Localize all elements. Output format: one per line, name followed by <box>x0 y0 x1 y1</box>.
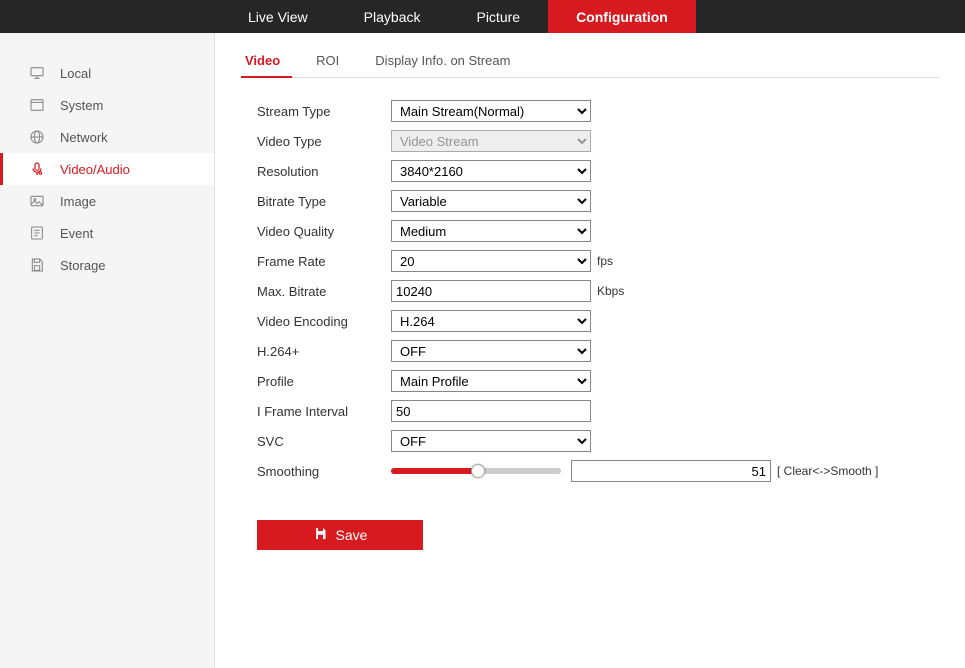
sidebar-item-label: Network <box>60 130 108 145</box>
suffix-kbps: Kbps <box>597 284 624 298</box>
nav-playback[interactable]: Playback <box>336 0 449 33</box>
slider-smoothing[interactable] <box>391 468 561 474</box>
select-frame-rate[interactable]: 20 <box>391 250 591 272</box>
sidebar-item-label: Storage <box>60 258 106 273</box>
label-h264-plus: H.264+ <box>241 344 391 359</box>
subtabs: Video ROI Display Info. on Stream <box>241 47 939 78</box>
label-video-type: Video Type <box>241 134 391 149</box>
tab-display-info[interactable]: Display Info. on Stream <box>371 47 522 77</box>
monitor-icon <box>28 64 46 82</box>
select-bitrate-type[interactable]: Variable <box>391 190 591 212</box>
sidebar-item-label: System <box>60 98 103 113</box>
label-frame-rate: Frame Rate <box>241 254 391 269</box>
sidebar-item-storage[interactable]: Storage <box>0 249 214 281</box>
save-button-label: Save <box>336 527 368 543</box>
label-video-encoding: Video Encoding <box>241 314 391 329</box>
nav-configuration[interactable]: Configuration <box>548 0 696 33</box>
sidebar-item-video-audio[interactable]: Video/Audio <box>0 153 214 185</box>
nav-live-view[interactable]: Live View <box>220 0 336 33</box>
input-smoothing-value[interactable] <box>571 460 771 482</box>
content-area: Video ROI Display Info. on Stream Stream… <box>215 33 965 668</box>
sidebar-item-label: Video/Audio <box>60 162 130 177</box>
sidebar-item-label: Image <box>60 194 96 209</box>
sidebar: Local System Network Video/Audio Image <box>0 33 215 668</box>
label-smoothing: Smoothing <box>241 464 391 479</box>
sidebar-item-local[interactable]: Local <box>0 57 214 89</box>
select-profile[interactable]: Main Profile <box>391 370 591 392</box>
select-resolution[interactable]: 3840*2160 <box>391 160 591 182</box>
label-svc: SVC <box>241 434 391 449</box>
globe-icon <box>28 128 46 146</box>
nav-picture[interactable]: Picture <box>448 0 548 33</box>
sidebar-item-label: Local <box>60 66 91 81</box>
label-resolution: Resolution <box>241 164 391 179</box>
image-icon <box>28 192 46 210</box>
sidebar-item-image[interactable]: Image <box>0 185 214 217</box>
save-disk-icon <box>313 526 328 544</box>
label-iframe-interval: I Frame Interval <box>241 404 391 419</box>
suffix-fps: fps <box>597 254 613 268</box>
select-h264-plus[interactable]: OFF <box>391 340 591 362</box>
sidebar-item-network[interactable]: Network <box>0 121 214 153</box>
label-video-quality: Video Quality <box>241 224 391 239</box>
slider-thumb-icon[interactable] <box>471 464 485 478</box>
save-disk-icon <box>28 256 46 274</box>
sidebar-item-label: Event <box>60 226 93 241</box>
label-bitrate-type: Bitrate Type <box>241 194 391 209</box>
select-video-encoding[interactable]: H.264 <box>391 310 591 332</box>
label-profile: Profile <box>241 374 391 389</box>
label-max-bitrate: Max. Bitrate <box>241 284 391 299</box>
select-stream-type[interactable]: Main Stream(Normal) <box>391 100 591 122</box>
settings-window-icon <box>28 96 46 114</box>
tab-video[interactable]: Video <box>241 47 292 78</box>
input-max-bitrate[interactable] <box>391 280 591 302</box>
save-button[interactable]: Save <box>257 520 423 550</box>
sidebar-item-system[interactable]: System <box>0 89 214 121</box>
sidebar-item-event[interactable]: Event <box>0 217 214 249</box>
select-video-type: Video Stream <box>391 130 591 152</box>
input-iframe-interval[interactable] <box>391 400 591 422</box>
top-nav: Live View Playback Picture Configuration <box>0 0 965 33</box>
select-svc[interactable]: OFF <box>391 430 591 452</box>
select-video-quality[interactable]: Medium <box>391 220 591 242</box>
file-icon <box>28 224 46 242</box>
mic-icon <box>28 160 46 178</box>
tab-roi[interactable]: ROI <box>312 47 351 77</box>
smoothing-hint: [ Clear<->Smooth ] <box>777 464 878 478</box>
label-stream-type: Stream Type <box>241 104 391 119</box>
